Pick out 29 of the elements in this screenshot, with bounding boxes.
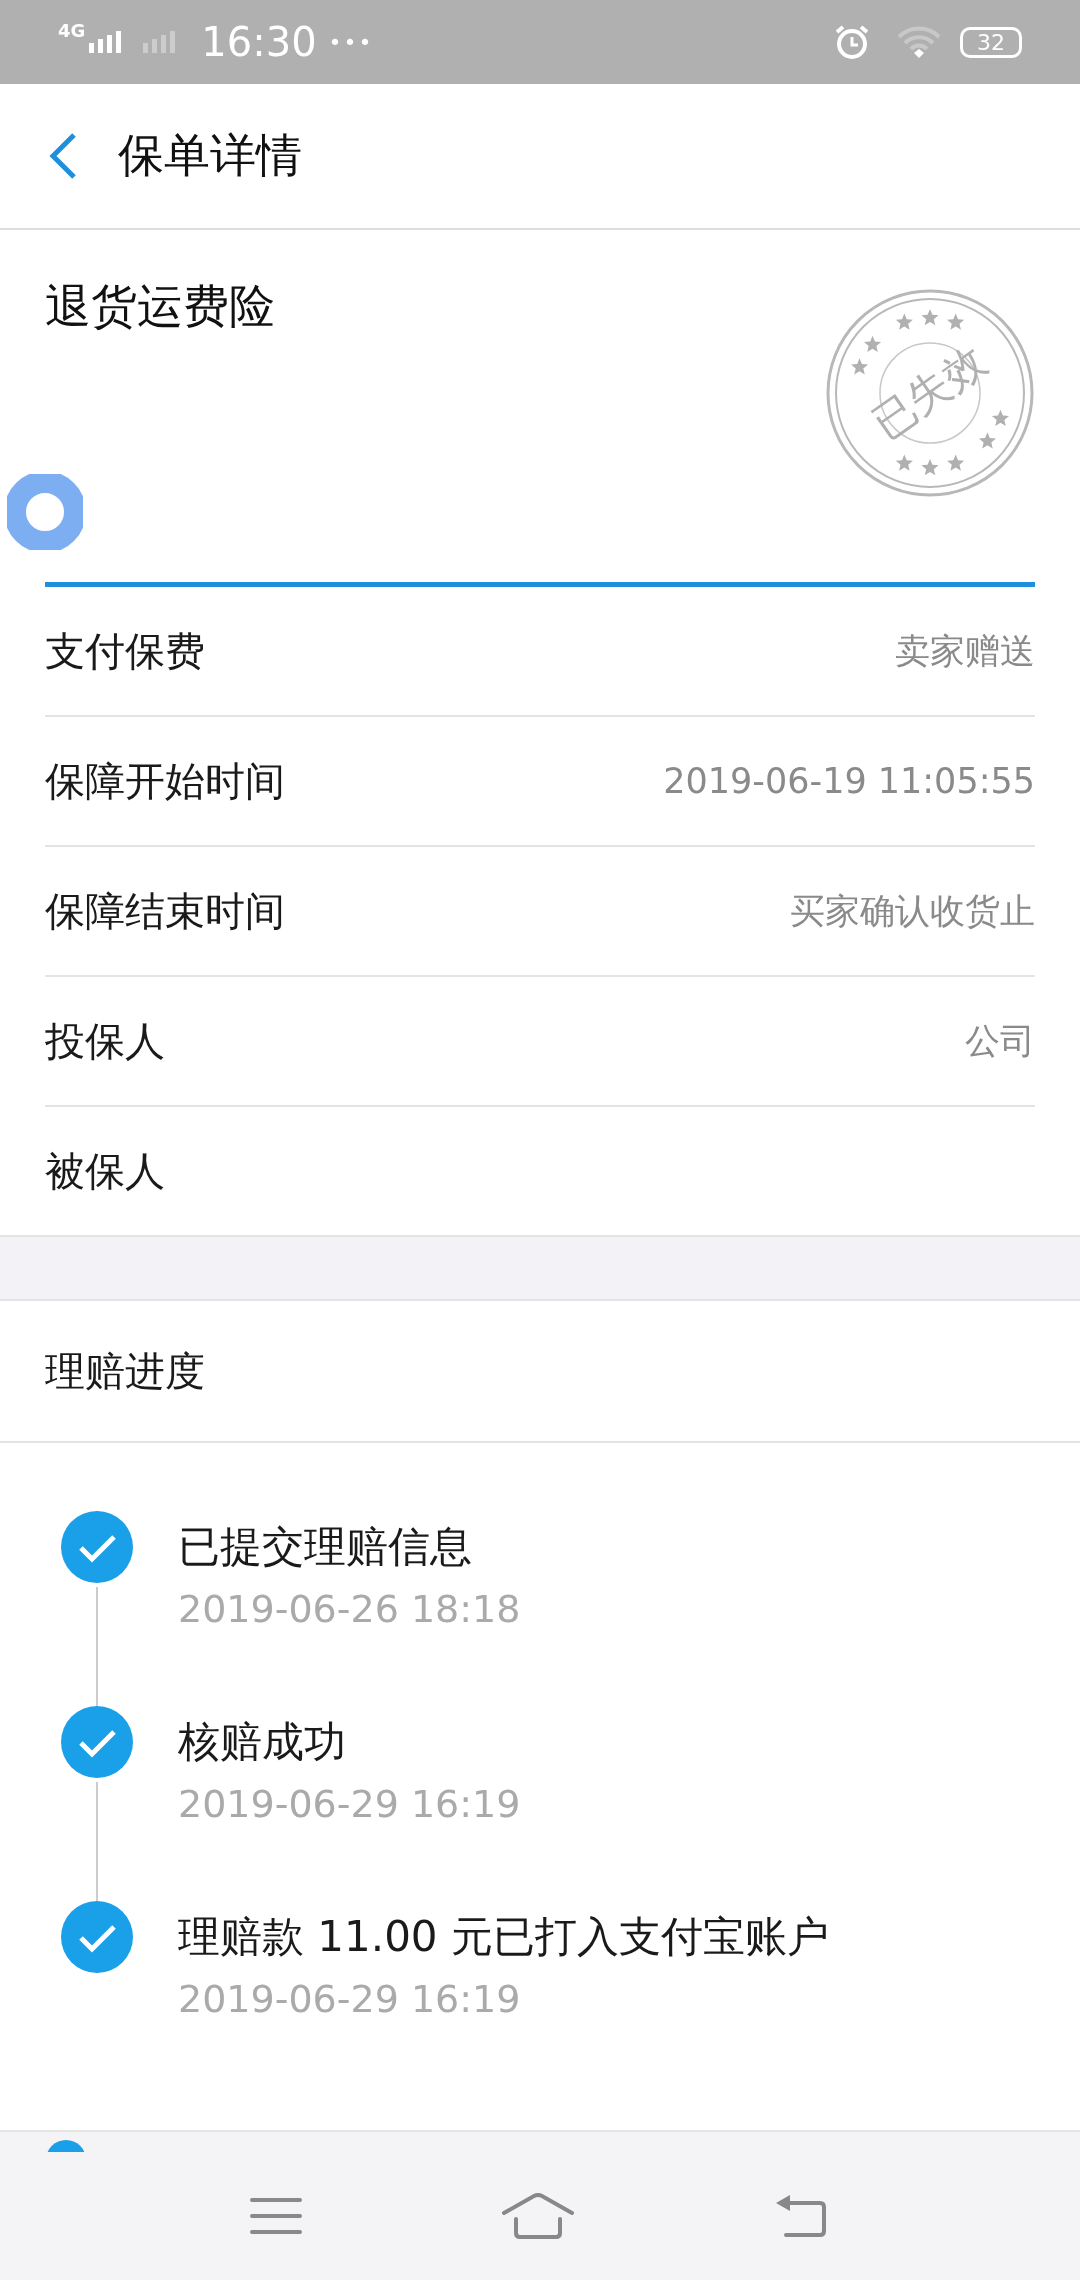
battery-level: 32 bbox=[960, 26, 1022, 58]
field-value: 卖家赠送 bbox=[895, 629, 1035, 673]
expired-stamp: 已失效 bbox=[825, 288, 1035, 498]
field-label: 保障结束时间 bbox=[45, 886, 285, 936]
alarm-icon bbox=[834, 24, 870, 60]
back-icon[interactable] bbox=[48, 132, 78, 180]
field-value: 公司 bbox=[965, 1019, 1035, 1063]
step-time: 2019-06-26 18:18 bbox=[178, 1587, 521, 1631]
step-title: 已提交理赔信息 bbox=[178, 1521, 473, 1573]
more-dots: ••• bbox=[328, 29, 374, 55]
field-label: 支付保费 bbox=[45, 626, 205, 676]
field-value: 2019-06-19 11:05:55 bbox=[663, 761, 1035, 801]
field-label: 被保人 bbox=[45, 1146, 165, 1196]
step-title: 理赔款 11.00 元已打入支付宝账户 bbox=[178, 1911, 829, 1963]
section-title: 理赔进度 bbox=[0, 1301, 1080, 1443]
home-icon[interactable] bbox=[502, 2193, 574, 2239]
field-label: 投保人 bbox=[45, 1016, 165, 1066]
menu-icon[interactable] bbox=[250, 2196, 302, 2236]
policy-name: 退货运费险 bbox=[45, 278, 275, 335]
floating-ring-icon[interactable] bbox=[7, 474, 83, 550]
step-time: 2019-06-29 16:19 bbox=[178, 1782, 521, 1826]
step-time: 2019-06-29 16:19 bbox=[178, 1977, 522, 2021]
clock-time: 16:30 bbox=[201, 19, 317, 65]
network-type: 4G bbox=[58, 20, 86, 41]
field-label: 保障开始时间 bbox=[45, 756, 285, 806]
wifi-icon bbox=[896, 25, 942, 59]
page-title: 保单详情 bbox=[118, 127, 302, 184]
step-title: 核赔成功 bbox=[178, 1716, 347, 1768]
field-value: 买家确认收货止 bbox=[790, 889, 1035, 933]
